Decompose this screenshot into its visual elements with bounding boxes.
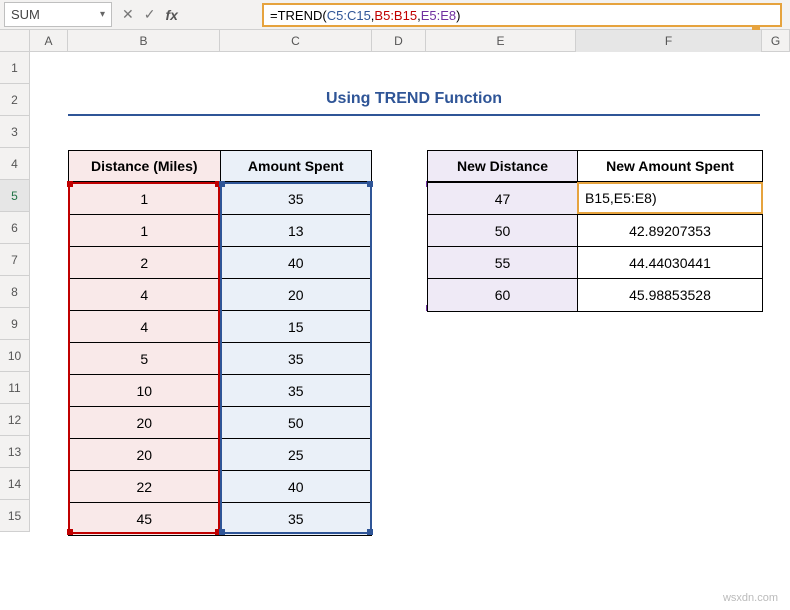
- cell[interactable]: 42.89207353: [578, 215, 762, 247]
- col-header-G[interactable]: G: [762, 30, 790, 52]
- table-distance-amount: Distance (Miles) Amount Spent 135 113 24…: [68, 150, 372, 536]
- formula-close: ): [456, 8, 460, 23]
- cell[interactable]: 1: [69, 183, 221, 215]
- name-box-value: SUM: [11, 7, 96, 22]
- active-cell-text: B15,E5:E8): [585, 190, 657, 206]
- name-box[interactable]: SUM ▾: [4, 2, 112, 27]
- row-header-11[interactable]: 11: [0, 372, 29, 404]
- formula-bar-container: =TREND(C5:C15,B5:B15,E5:E8): [262, 0, 790, 29]
- table-row: 1035: [69, 375, 371, 407]
- row-header-2[interactable]: 2: [0, 84, 29, 116]
- table-row: 135: [69, 183, 371, 215]
- cell[interactable]: 4: [69, 311, 221, 343]
- cell-grid[interactable]: Using TREND Function Distance (Miles) Am…: [30, 52, 790, 532]
- table-row: 2050: [69, 407, 371, 439]
- table-row: 535: [69, 343, 371, 375]
- page-title: Using TREND Function: [68, 84, 760, 116]
- table-row: 113: [69, 215, 371, 247]
- col-header-A[interactable]: A: [30, 30, 68, 52]
- cell[interactable]: 2: [69, 247, 221, 279]
- col-header-D[interactable]: D: [372, 30, 426, 52]
- cell[interactable]: 13: [221, 215, 372, 247]
- formula-controls: ✕ ✓ fx: [112, 0, 262, 29]
- table1-header-amount: Amount Spent: [221, 151, 372, 183]
- cell[interactable]: 20: [69, 439, 221, 471]
- row-header-10[interactable]: 10: [0, 340, 29, 372]
- formula-ref3: E5:E8: [421, 8, 456, 23]
- table-row: 4535: [69, 503, 371, 535]
- cell[interactable]: 55: [428, 247, 578, 279]
- table-row: 5544.44030441: [428, 247, 762, 279]
- formula-ref2: B5:B15: [374, 8, 417, 23]
- row-header-13[interactable]: 13: [0, 436, 29, 468]
- cell[interactable]: 5: [69, 343, 221, 375]
- fx-icon[interactable]: fx: [165, 7, 177, 23]
- cell[interactable]: 60: [428, 279, 578, 311]
- table-row: 2025: [69, 439, 371, 471]
- cell[interactable]: 35: [221, 343, 372, 375]
- cell[interactable]: 45.98853528: [578, 279, 762, 311]
- sheet-body: 1 2 3 4 5 6 7 8 9 10 11 12 13 14 15 Usin…: [0, 52, 790, 532]
- col-header-F[interactable]: F: [576, 30, 762, 52]
- row-header-14[interactable]: 14: [0, 468, 29, 500]
- formula-fn: TREND: [278, 8, 323, 23]
- formula-bar[interactable]: =TREND(C5:C15,B5:B15,E5:E8): [262, 3, 782, 27]
- worksheet: A B C D E F G 1 2 3 4 5 6 7 8 9 10 11 12…: [0, 30, 790, 532]
- cell[interactable]: 4: [69, 279, 221, 311]
- cell[interactable]: 22: [69, 471, 221, 503]
- cell[interactable]: 40: [221, 471, 372, 503]
- cancel-icon[interactable]: ✕: [122, 6, 134, 23]
- col-header-C[interactable]: C: [220, 30, 372, 52]
- table-row: 5042.89207353: [428, 215, 762, 247]
- row-header-1[interactable]: 1: [0, 52, 29, 84]
- active-cell-f5[interactable]: B15,E5:E8): [577, 182, 763, 214]
- row-headers: 1 2 3 4 5 6 7 8 9 10 11 12 13 14 15: [0, 52, 30, 532]
- watermark: wsxdn.com: [723, 592, 778, 604]
- cell[interactable]: 35: [221, 375, 372, 407]
- cell[interactable]: 10: [69, 375, 221, 407]
- col-header-B[interactable]: B: [68, 30, 220, 52]
- cell[interactable]: 20: [69, 407, 221, 439]
- table2-header: New Distance New Amount Spent: [428, 151, 762, 183]
- table-row: 6045.98853528: [428, 279, 762, 311]
- table-row: 420: [69, 279, 371, 311]
- table1-header-distance: Distance (Miles): [69, 151, 221, 183]
- cell[interactable]: 50: [221, 407, 372, 439]
- row-header-3[interactable]: 3: [0, 116, 29, 148]
- table-new-distance-amount: New Distance New Amount Spent 47 5042.89…: [427, 150, 763, 312]
- row-header-12[interactable]: 12: [0, 404, 29, 436]
- row-header-9[interactable]: 9: [0, 308, 29, 340]
- cell[interactable]: 50: [428, 215, 578, 247]
- row-header-15[interactable]: 15: [0, 500, 29, 532]
- formula-eq: =: [270, 8, 278, 23]
- cell[interactable]: 40: [221, 247, 372, 279]
- table2-header-newamount: New Amount Spent: [578, 151, 762, 183]
- column-headers: A B C D E F G: [0, 30, 790, 52]
- table2-header-newdist: New Distance: [428, 151, 578, 183]
- cell[interactable]: 1: [69, 215, 221, 247]
- select-all-corner[interactable]: [0, 30, 30, 52]
- row-header-8[interactable]: 8: [0, 276, 29, 308]
- row-header-6[interactable]: 6: [0, 212, 29, 244]
- formula-ref1: C5:C15: [327, 8, 371, 23]
- table-row: 415: [69, 311, 371, 343]
- cell[interactable]: 35: [221, 183, 372, 215]
- cell[interactable]: 45: [69, 503, 221, 535]
- table1-header: Distance (Miles) Amount Spent: [69, 151, 371, 183]
- cell[interactable]: 35: [221, 503, 372, 535]
- cell[interactable]: 47: [428, 183, 578, 215]
- table-row: 2240: [69, 471, 371, 503]
- cell[interactable]: 20: [221, 279, 372, 311]
- row-header-5[interactable]: 5: [0, 180, 29, 212]
- cell[interactable]: 15: [221, 311, 372, 343]
- formula-bar-row: SUM ▾ ✕ ✓ fx =TREND(C5:C15,B5:B15,E5:E8): [0, 0, 790, 30]
- row-header-4[interactable]: 4: [0, 148, 29, 180]
- name-box-dropdown-icon[interactable]: ▾: [96, 9, 105, 20]
- row-header-7[interactable]: 7: [0, 244, 29, 276]
- cell[interactable]: 25: [221, 439, 372, 471]
- cell[interactable]: 44.44030441: [578, 247, 762, 279]
- enter-icon[interactable]: ✓: [144, 6, 156, 23]
- col-header-E[interactable]: E: [426, 30, 576, 52]
- table-row: 240: [69, 247, 371, 279]
